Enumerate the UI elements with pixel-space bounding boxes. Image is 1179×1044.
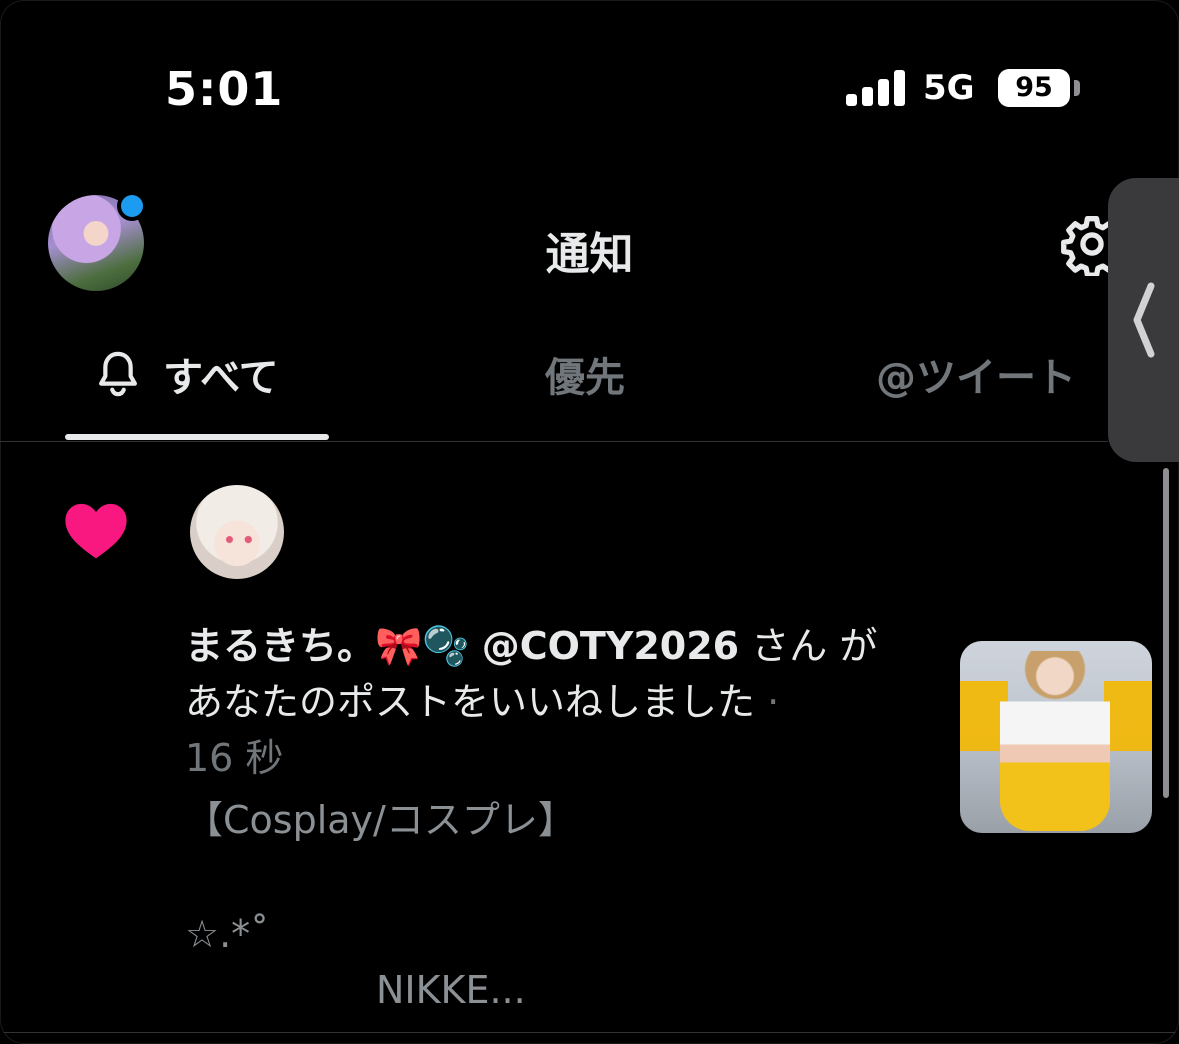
post-preview-line-2: ☆.*˚ [185,912,270,956]
network-type: 5G [923,68,975,108]
thumbnail-figure [1000,651,1110,831]
chevron-left-icon [1133,282,1155,358]
tab-mentions[interactable]: @ツイート [876,345,1076,403]
item-divider [0,1032,1179,1033]
liker-name[interactable]: まるきち。🎀🫧 [185,624,470,668]
active-tab-indicator [65,434,329,440]
page-title: 通知 [545,229,634,280]
post-thumbnail[interactable] [960,641,1152,833]
post-preview-line-1: 【Cosplay/コスプレ】 [185,798,576,842]
heart-icon [65,503,127,559]
scrollbar[interactable] [1163,468,1169,798]
bell-icon [99,351,137,397]
app-screen: 5:01 5G 95 通知 すべて 優先 @ツイート まるきち。🎀🫧 @COTY… [0,0,1179,1044]
notification-age: 16 秒 [185,736,284,780]
status-time: 5:01 [165,62,284,116]
battery-icon: 95 [998,69,1070,107]
unread-dot [121,195,143,217]
post-preview-line-3: NIKKE... [376,968,526,1012]
separator-dot: · [767,680,780,724]
tab-priority[interactable]: 優先 [545,345,625,403]
tab-all-label: すべて [163,355,279,401]
liker-handle[interactable]: @COTY2026 [482,624,739,668]
liker-avatar[interactable] [190,485,284,579]
notification-text[interactable]: まるきち。🎀🫧 @COTY2026 さん があなたのポストをいいねしました · … [185,618,905,786]
tab-all[interactable]: すべて [95,345,279,403]
battery-cap [1074,80,1080,96]
cellular-signal-icon [846,70,908,106]
notification-suffix: さん [751,624,828,668]
tab-divider [0,441,1108,442]
